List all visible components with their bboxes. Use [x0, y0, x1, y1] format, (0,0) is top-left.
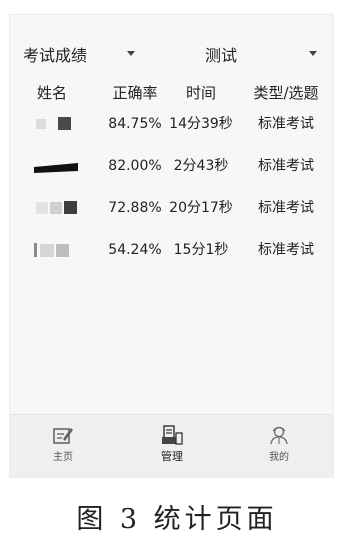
table-row[interactable]: 54.24% 15分1秒 标准考试: [10, 233, 333, 275]
table-header: 姓名 正确率 时间 类型/选题: [10, 83, 333, 107]
tab-mine-label: 我的: [269, 452, 289, 463]
exam-type-select-value: 考试成绩: [23, 46, 88, 65]
paper-select-value: 测试: [205, 46, 238, 65]
chevron-down-icon: [309, 51, 317, 56]
time-cell: 2分43秒: [173, 158, 229, 174]
tab-manage-label: 管理: [161, 450, 183, 463]
user-icon: [270, 426, 288, 445]
table-row[interactable]: 84.75% 14分39秒 标准考试: [10, 107, 333, 149]
time-cell: 14分39秒: [169, 116, 233, 132]
edit-icon: [53, 428, 73, 444]
chevron-down-icon: [127, 51, 135, 56]
tab-home[interactable]: 主页: [28, 425, 98, 463]
header-time: 时间: [185, 84, 216, 102]
bottom-tab-bar: 主页 管理 我的: [10, 414, 333, 477]
figure-caption: 图 3 统计页面: [76, 504, 278, 535]
type-cell: 标准考试: [258, 158, 314, 174]
filter-bar: 考试成绩 测试: [10, 41, 333, 67]
redacted-name: [32, 199, 80, 217]
tab-manage[interactable]: 管理: [137, 425, 207, 464]
redacted-name: [32, 115, 80, 133]
type-cell: 标准考试: [258, 116, 314, 132]
accuracy-cell: 84.75%: [108, 116, 162, 132]
time-cell: 15分1秒: [173, 242, 229, 258]
exam-type-select[interactable]: 考试成绩: [23, 41, 135, 67]
header-name: 姓名: [36, 84, 67, 102]
paper-select[interactable]: 测试: [205, 41, 317, 67]
redacted-name: [32, 157, 80, 175]
redacted-name: [32, 241, 80, 259]
header-accuracy: 正确率: [112, 84, 158, 102]
table-row[interactable]: 82.00% 2分43秒 标准考试: [10, 149, 333, 191]
score-table: 姓名 正确率 时间 类型/选题 84.75% 14分39秒 标准考试 82.00…: [10, 83, 333, 275]
tab-home-label: 主页: [53, 452, 73, 463]
accuracy-cell: 54.24%: [108, 242, 162, 258]
type-cell: 标准考试: [258, 242, 314, 258]
accuracy-cell: 82.00%: [108, 158, 162, 174]
accuracy-cell: 72.88%: [108, 200, 162, 216]
tab-mine[interactable]: 我的: [244, 425, 314, 463]
header-type: 类型/选题: [253, 84, 319, 102]
time-cell: 20分17秒: [169, 200, 233, 216]
table-row[interactable]: 72.88% 20分17秒 标准考试: [10, 191, 333, 233]
app-screen: 考试成绩 测试 姓名 正确率 时间 类型/选题 84.75% 14分39秒 标准…: [9, 14, 334, 478]
type-cell: 标准考试: [258, 200, 314, 216]
manage-icon: [162, 425, 183, 445]
